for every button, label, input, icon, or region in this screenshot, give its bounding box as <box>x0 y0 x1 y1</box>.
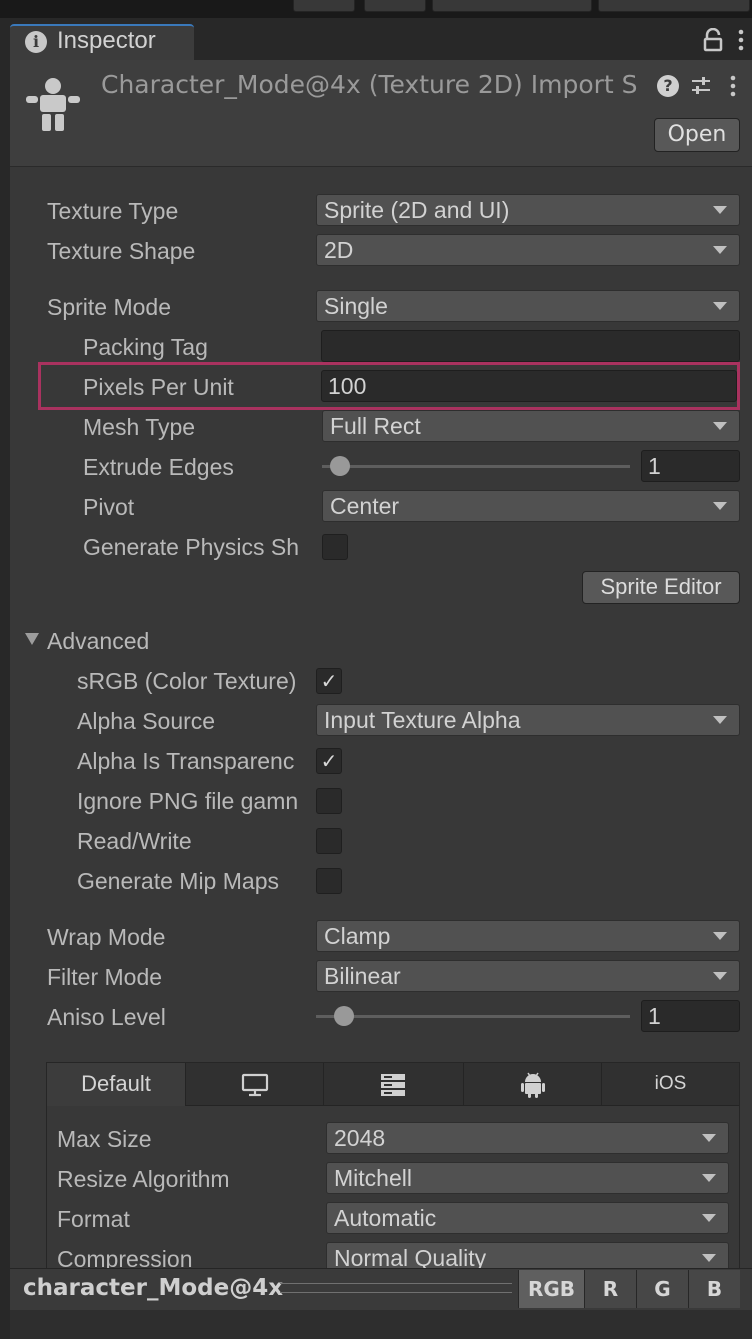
extrude-edges-slider-track[interactable] <box>322 465 630 468</box>
aniso-level-slider-track[interactable] <box>316 1015 630 1018</box>
channel-g-button[interactable]: G <box>636 1270 688 1308</box>
packing-tag-label: Packing Tag <box>83 334 208 360</box>
alpha-is-transparency-label: Alpha Is Transparenc <box>77 748 295 774</box>
layout-dropdown[interactable] <box>598 0 750 12</box>
sprite-mode-label: Sprite Mode <box>47 294 172 320</box>
alpha-source-value: Input Texture Alpha <box>324 707 521 733</box>
format-value: Automatic <box>334 1205 437 1231</box>
packing-tag-field[interactable] <box>321 330 740 362</box>
chevron-down-icon <box>713 972 727 980</box>
more-options-icon[interactable] <box>736 28 746 52</box>
server-icon <box>381 1074 405 1096</box>
drag-handle[interactable] <box>280 1283 512 1293</box>
header-menu-icon[interactable] <box>728 74 738 98</box>
format-dropdown[interactable]: Automatic <box>326 1202 729 1234</box>
filter-mode-dropdown[interactable]: Bilinear <box>316 960 740 992</box>
chevron-down-icon <box>713 502 727 510</box>
channel-rgb-button[interactable]: RGB <box>518 1270 584 1308</box>
sprite-mode-dropdown[interactable]: Single <box>316 290 740 322</box>
extrude-edges-label: Extrude Edges <box>83 454 234 480</box>
generate-physics-label: Generate Physics Sh <box>83 534 300 560</box>
chevron-down-icon <box>713 246 727 254</box>
format-label: Format <box>57 1206 130 1232</box>
sprite-mode-value: Single <box>324 293 388 319</box>
chevron-down-icon <box>702 1134 716 1142</box>
max-size-value: 2048 <box>334 1125 386 1151</box>
monitor-icon <box>241 1073 269 1097</box>
generate-mip-maps-checkbox[interactable] <box>316 868 342 894</box>
srgb-checkbox[interactable]: ✓ <box>316 668 342 694</box>
toolbar-button[interactable] <box>293 0 355 12</box>
read-write-checkbox[interactable] <box>316 828 342 854</box>
filter-mode-label: Filter Mode <box>47 964 163 990</box>
lock-icon[interactable] <box>702 28 724 52</box>
resize-algorithm-label: Resize Algorithm <box>57 1166 230 1192</box>
tab-ios[interactable]: iOS <box>602 1063 739 1105</box>
alpha-source-label: Alpha Source <box>77 708 216 734</box>
tab-standalone[interactable] <box>186 1063 324 1105</box>
chevron-down-icon <box>713 302 727 310</box>
generate-mip-maps-label: Generate Mip Maps <box>77 868 279 894</box>
max-size-dropdown[interactable]: 2048 <box>326 1122 729 1154</box>
pivot-dropdown[interactable]: Center <box>322 490 740 522</box>
advanced-foldout-label[interactable]: Advanced <box>47 626 247 656</box>
pivot-label: Pivot <box>83 494 135 520</box>
texture-type-value: Sprite (2D and UI) <box>324 197 510 223</box>
help-icon[interactable]: ? <box>657 75 679 97</box>
mesh-type-value: Full Rect <box>330 413 421 439</box>
mesh-type-label: Mesh Type <box>83 414 196 440</box>
texture-type-dropdown[interactable]: Sprite (2D and UI) <box>316 194 740 226</box>
tab-default[interactable]: Default <box>47 1063 186 1106</box>
read-write-label: Read/Write <box>77 828 192 854</box>
layers-dropdown[interactable] <box>432 0 592 12</box>
wrap-mode-dropdown[interactable]: Clamp <box>316 920 740 952</box>
wrap-mode-label: Wrap Mode <box>47 924 166 950</box>
sprite-editor-button[interactable]: Sprite Editor <box>582 571 740 604</box>
texture-shape-label: Texture Shape <box>47 238 196 264</box>
tab-inspector-label: Inspector <box>57 27 156 54</box>
open-button[interactable]: Open <box>654 118 740 152</box>
pivot-value: Center <box>330 493 400 519</box>
mesh-type-dropdown[interactable]: Full Rect <box>322 410 740 442</box>
ignore-png-gamma-label: Ignore PNG file gamn <box>77 788 299 814</box>
resize-algorithm-value: Mitchell <box>334 1165 412 1191</box>
chevron-down-icon <box>702 1214 716 1222</box>
channel-b-button[interactable]: B <box>688 1270 740 1308</box>
max-size-label: Max Size <box>57 1126 152 1152</box>
texture-shape-dropdown[interactable]: 2D <box>316 234 740 266</box>
resize-algorithm-dropdown[interactable]: Mitchell <box>326 1162 729 1194</box>
preview-area <box>10 1310 752 1339</box>
chevron-down-icon <box>702 1254 716 1262</box>
chevron-down-icon <box>713 932 727 940</box>
settings-sliders-icon[interactable] <box>690 75 712 97</box>
tab-server[interactable] <box>324 1063 464 1105</box>
foldout-arrow-icon[interactable] <box>24 632 40 646</box>
texture-shape-value: 2D <box>324 237 354 263</box>
aniso-level-field[interactable]: 1 <box>641 1000 740 1032</box>
left-panel-edge <box>0 18 10 1339</box>
highlight-box <box>38 362 740 410</box>
generate-physics-checkbox[interactable] <box>322 534 348 560</box>
search-toolbar-button[interactable] <box>364 0 426 12</box>
aniso-level-label: Aniso Level <box>47 1004 166 1030</box>
asset-title: Character_Mode@4x (Texture 2D) Import S <box>101 70 638 99</box>
preview-asset-name: character_Mode@4x <box>23 1275 284 1301</box>
chevron-down-icon <box>713 716 727 724</box>
tab-android[interactable] <box>464 1063 602 1105</box>
chevron-down-icon <box>713 206 727 214</box>
filter-mode-value: Bilinear <box>324 963 401 989</box>
extrude-edges-field[interactable]: 1 <box>641 450 740 482</box>
texture-type-label: Texture Type <box>47 198 179 224</box>
alpha-source-dropdown[interactable]: Input Texture Alpha <box>316 704 740 736</box>
alpha-is-transparency-checkbox[interactable]: ✓ <box>316 748 342 774</box>
wrap-mode-value: Clamp <box>324 923 391 949</box>
character-icon <box>26 78 80 131</box>
android-icon <box>521 1072 545 1098</box>
ignore-png-gamma-checkbox[interactable] <box>316 788 342 814</box>
channel-r-button[interactable]: R <box>584 1270 636 1308</box>
chevron-down-icon <box>702 1174 716 1182</box>
info-icon: i <box>25 31 47 53</box>
chevron-down-icon <box>713 422 727 430</box>
srgb-label: sRGB (Color Texture) <box>77 668 297 694</box>
